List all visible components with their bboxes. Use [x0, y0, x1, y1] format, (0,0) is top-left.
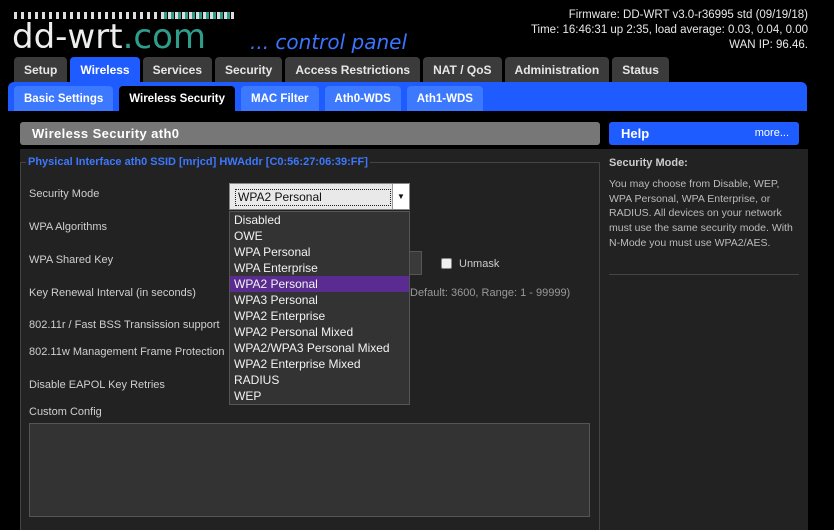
- unmask-label: Unmask: [459, 258, 500, 270]
- panel-title: Wireless Security ath0: [20, 122, 600, 145]
- tab-security[interactable]: Security: [215, 57, 283, 82]
- security-mode-label: Security Mode: [29, 188, 100, 200]
- subtab-mac-filter[interactable]: MAC Filter: [241, 86, 319, 111]
- tab-administration[interactable]: Administration: [504, 57, 610, 82]
- security-mode-value: WPA2 Personal: [235, 189, 391, 206]
- tab-nat-qos[interactable]: NAT / QoS: [423, 57, 502, 82]
- key-renewal-note: Default: 3600, Range: 1 - 99999): [410, 287, 571, 299]
- option-wpa2-personal-mixed[interactable]: WPA2 Personal Mixed: [230, 324, 409, 340]
- unmask-checkbox[interactable]: [441, 258, 452, 269]
- subtab-basic-settings[interactable]: Basic Settings: [14, 86, 114, 111]
- option-wpa2-wpa3-personal-mixed[interactable]: WPA2/WPA3 Personal Mixed: [230, 340, 409, 356]
- option-wpa-personal[interactable]: WPA Personal: [230, 244, 409, 260]
- option-wpa2-personal[interactable]: WPA2 Personal: [230, 276, 409, 292]
- wpa-shared-key-label: WPA Shared Key: [29, 254, 114, 266]
- eapol-retries-label: Disable EAPOL Key Retries: [29, 379, 165, 391]
- system-info: Firmware: DD-WRT v3.0-r36995 std (09/19/…: [531, 8, 808, 53]
- security-mode-select[interactable]: WPA2 Personal ▼: [229, 183, 410, 210]
- security-mode-dropdown: Disabled OWE WPA Personal WPA Enterprise…: [229, 211, 410, 405]
- sub-tabs: Basic Settings Wireless Security MAC Fil…: [14, 86, 483, 111]
- option-wpa2-enterprise-mixed[interactable]: WPA2 Enterprise Mixed: [230, 356, 409, 372]
- interface-legend: Physical Interface ath0 SSID [mrjcd] HWA…: [26, 156, 370, 168]
- wpa-algorithms-label: WPA Algorithms: [29, 221, 108, 233]
- option-wpa3-personal[interactable]: WPA3 Personal: [230, 292, 409, 308]
- subtab-wireless-security[interactable]: Wireless Security: [119, 86, 236, 111]
- option-radius[interactable]: RADIUS: [230, 372, 409, 388]
- help-divider: [609, 274, 799, 275]
- dropdown-arrow-icon[interactable]: ▼: [392, 184, 409, 209]
- custom-config-textarea[interactable]: [29, 423, 590, 517]
- key-renewal-label: Key Renewal Interval (in seconds): [29, 287, 196, 299]
- tab-setup[interactable]: Setup: [14, 57, 68, 82]
- mgmt-frame-protection-label: 802.11w Management Frame Protection: [29, 346, 225, 358]
- tab-status[interactable]: Status: [612, 57, 669, 82]
- tab-services[interactable]: Services: [142, 57, 212, 82]
- option-owe[interactable]: OWE: [230, 228, 409, 244]
- shared-key-input[interactable]: [410, 251, 422, 275]
- option-wpa2-enterprise[interactable]: WPA2 Enterprise: [230, 308, 409, 324]
- firmware-text: Firmware: DD-WRT v3.0-r36995 std (09/19/…: [568, 9, 808, 21]
- subtab-ath0-wds[interactable]: Ath0-WDS: [324, 86, 401, 111]
- option-wep[interactable]: WEP: [230, 388, 409, 404]
- option-disabled[interactable]: Disabled: [230, 212, 409, 228]
- help-heading: Security Mode:: [609, 157, 688, 169]
- wan-ip-text: WAN IP: 96.46.: [729, 39, 808, 51]
- option-wpa-enterprise[interactable]: WPA Enterprise: [230, 260, 409, 276]
- fast-bss-label: 802.11r / Fast BSS Transission support: [29, 319, 220, 331]
- custom-config-label: Custom Config: [29, 406, 102, 418]
- help-more-link[interactable]: more...: [755, 122, 789, 145]
- help-text: You may choose from Disable, WEP, WPA Pe…: [609, 178, 793, 249]
- uptime-text: Time: 16:46:31 up 2:35, load average: 0.…: [530, 24, 808, 36]
- page-edge: [808, 110, 834, 530]
- tab-wireless[interactable]: Wireless: [70, 57, 140, 82]
- tab-access-restrictions[interactable]: Access Restrictions: [285, 57, 421, 82]
- help-title: Help more...: [609, 122, 799, 145]
- subtab-ath1-wds[interactable]: Ath1-WDS: [406, 86, 483, 111]
- logo: dd-wrt.com: [12, 17, 206, 57]
- main-tabs: Setup Wireless Services Security Access …: [14, 57, 669, 82]
- control-panel-subtitle: ... control panel: [250, 30, 408, 54]
